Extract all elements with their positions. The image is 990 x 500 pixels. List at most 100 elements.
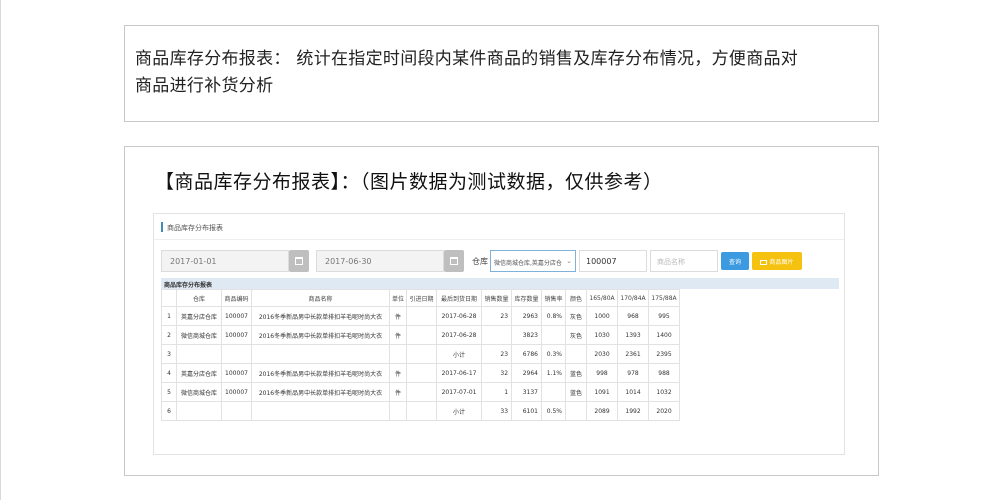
column-header-last-arrival-date: 最后到货日期 <box>436 289 483 307</box>
cell-size-175: 1032 <box>648 382 681 402</box>
cell-unit: 件 <box>388 363 408 383</box>
cell-product-name <box>251 344 390 364</box>
warehouse-select-value: 微信商城仓库,英嘉分店仓 <box>494 260 562 267</box>
column-header-size-175: 175/88A <box>648 289 681 307</box>
cell-last-arrival-date: 2017-06-28 <box>436 325 483 345</box>
cell-unit: 件 <box>388 382 408 402</box>
column-header-product-code: 商品编码 <box>221 289 252 307</box>
cell-index: 1 <box>161 306 177 326</box>
description-box: 商品库存分布报表： 统计在指定时间段内某件商品的销售及库存分布情况，方便商品对 … <box>124 25 879 122</box>
cell-size-170: 978 <box>617 363 650 383</box>
cell-stock-qty: 6786 <box>511 344 543 364</box>
warehouse-label: 仓库 <box>472 257 488 266</box>
cell-last-arrival-date: 2017-07-01 <box>436 382 483 402</box>
calendar-icon <box>450 257 458 265</box>
cell-intro-date <box>406 401 438 421</box>
cell-color: 灰色 <box>565 325 588 345</box>
cell-unit <box>388 401 408 421</box>
cell-stock-qty: 6101 <box>511 401 543 421</box>
cell-stock-qty: 2964 <box>511 363 543 383</box>
cell-product-code <box>221 401 252 421</box>
cell-index: 2 <box>161 325 177 345</box>
cell-sales-rate: 1.1% <box>541 363 567 383</box>
cell-unit: 件 <box>388 325 408 345</box>
cell-color <box>565 344 588 364</box>
column-header-color: 颜色 <box>565 289 588 307</box>
table-row: 5 微信商城仓库 100007 2016冬季新品男中长款单排扣羊毛呢时尚大衣 件… <box>161 382 681 402</box>
cell-size-175: 2395 <box>648 344 681 364</box>
cell-color: 蓝色 <box>565 382 588 402</box>
end-date-input[interactable]: 2017-06-30 <box>316 250 444 272</box>
description-line-2: 商品进行补货分析 <box>135 76 274 96</box>
cell-intro-date <box>406 306 438 326</box>
cell-size-165: 998 <box>586 363 619 383</box>
cell-sales-qty: 33 <box>481 401 513 421</box>
cell-index: 5 <box>161 382 177 402</box>
cell-size-175: 988 <box>648 363 681 383</box>
cell-last-arrival-date: 2017-06-17 <box>436 363 483 383</box>
product-code-input[interactable]: 100007 <box>579 250 647 272</box>
cell-warehouse <box>176 401 222 421</box>
cell-product-code: 100007 <box>221 363 252 383</box>
cell-product-name: 2016冬季新品男中长款单排扣羊毛呢时尚大衣 <box>251 325 390 345</box>
warehouse-select[interactable]: 微信商城仓库,英嘉分店仓 ⌄ <box>490 250 576 272</box>
column-header-index <box>161 289 177 307</box>
cell-color: 蓝色 <box>565 363 588 383</box>
cell-intro-date <box>406 325 438 345</box>
column-header-sales-qty: 销售数量 <box>481 289 513 307</box>
cell-last-arrival-date: 2017-06-28 <box>436 306 483 326</box>
cell-sales-qty <box>481 325 513 345</box>
column-header-intro-date: 引进日期 <box>406 289 438 307</box>
cell-size-170: 968 <box>617 306 650 326</box>
column-header-size-170: 170/84A <box>617 289 650 307</box>
cell-size-170: 1992 <box>617 401 650 421</box>
cell-product-code: 100007 <box>221 306 252 326</box>
cell-sales-qty: 23 <box>481 344 513 364</box>
start-date-calendar-button[interactable] <box>289 250 309 272</box>
cell-warehouse <box>176 344 222 364</box>
cell-intro-date <box>406 344 438 364</box>
table-row: 2 微信商城仓库 100007 2016冬季新品男中长款单排扣羊毛呢时尚大衣 件… <box>161 325 681 345</box>
cell-color: 灰色 <box>565 306 588 326</box>
table-row: 6 小计 33 6101 0.5% 2089 1992 2020 <box>161 401 681 421</box>
cell-size-165: 2030 <box>586 344 619 364</box>
table-caption: 商品库存分布报表 <box>161 278 839 289</box>
cell-sales-rate <box>541 325 567 345</box>
panel-header-title: 商品库存分布报表 <box>167 224 223 232</box>
cell-product-code <box>221 344 252 364</box>
product-image-button[interactable]: 商品图片 <box>752 252 802 270</box>
cell-size-175: 2020 <box>648 401 681 421</box>
cell-product-code: 100007 <box>221 382 252 402</box>
cell-unit <box>388 344 408 364</box>
start-date-input[interactable]: 2017-01-01 <box>161 250 289 272</box>
cell-intro-date <box>406 382 438 402</box>
cell-size-165: 1000 <box>586 306 619 326</box>
cell-size-170: 2361 <box>617 344 650 364</box>
report-table: 仓库 商品编码 商品名称 单位 引进日期 最后到货日期 销售数量 库存数量 销售… <box>161 289 681 421</box>
column-header-size-165: 165/80A <box>586 289 619 307</box>
cell-sales-rate: 0.8% <box>541 306 567 326</box>
cell-stock-qty: 2963 <box>511 306 543 326</box>
cell-product-name: 2016冬季新品男中长款单排扣羊毛呢时尚大衣 <box>251 382 390 402</box>
cell-size-175: 1400 <box>648 325 681 345</box>
cell-warehouse: 微信商城仓库 <box>176 325 222 345</box>
table-row: 1 英嘉分店仓库 100007 2016冬季新品男中长款单排扣羊毛呢时尚大衣 件… <box>161 306 681 326</box>
cell-warehouse: 英嘉分店仓库 <box>176 363 222 383</box>
cell-product-code: 100007 <box>221 325 252 345</box>
end-date-calendar-button[interactable] <box>444 250 464 272</box>
cell-size-170: 1393 <box>617 325 650 345</box>
demo-title: 【商品库存分布报表】：（图片数据为测试数据，仅供参考） <box>155 171 663 193</box>
description-line-1: 商品库存分布报表： 统计在指定时间段内某件商品的销售及库存分布情况，方便商品对 <box>135 49 799 69</box>
product-name-input[interactable]: 商品名称 <box>650 250 718 272</box>
cell-size-165: 2089 <box>586 401 619 421</box>
cell-sales-rate: 0.3% <box>541 344 567 364</box>
cell-product-name: 2016冬季新品男中长款单排扣羊毛呢时尚大衣 <box>251 306 390 326</box>
cell-subtotal-label: 小计 <box>436 401 483 421</box>
report-panel: 商品库存分布报表 2017-01-01 2017-06-30 仓库 微信商城仓库… <box>153 213 845 455</box>
table-row: 3 小计 23 6786 0.3% 2030 2361 2395 <box>161 344 681 364</box>
query-button-label: 查询 <box>728 259 741 266</box>
cell-size-165: 1091 <box>586 382 619 402</box>
column-header-stock-qty: 库存数量 <box>511 289 543 307</box>
query-button[interactable]: 查询 <box>721 252 749 270</box>
panel-header-accent <box>161 222 163 232</box>
